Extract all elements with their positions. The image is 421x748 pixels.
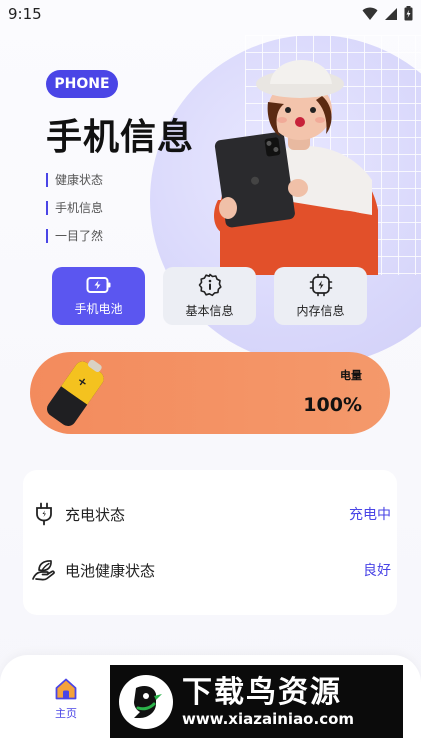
list-item-battery-health: 电池健康状态 良好 [31,556,391,584]
page-title: 手机信息 [46,117,195,158]
phone-badge: PHONE [46,70,118,98]
tagline-at-a-glance: 一目了然 [46,229,103,243]
leaf-hand-icon [31,557,57,583]
status-icons [362,6,413,21]
tagline-health: 健康状态 [46,173,103,187]
character-illustration [214,59,378,275]
app-screen: 9:15 PHONE 手机信息 健康状态 手机信息 一目了然 手机电池 基本信息… [0,0,421,748]
tab-basic-info[interactable]: 基本信息 [163,267,256,325]
battery-bolt-icon [86,277,110,293]
charging-status-label: 充电状态 [65,505,126,524]
info-tabs: 手机电池 基本信息 内存信息 [52,267,367,325]
tab-memory-info[interactable]: 内存信息 [274,267,367,325]
chip-icon [309,273,332,297]
watermark-text: 下载鸟资源 www.xiazainiao.com [182,674,355,728]
watermark-url: www.xiazainiao.com [182,709,355,728]
battery-health-label: 电池健康状态 [65,561,156,580]
tab-phone-battery[interactable]: 手机电池 [52,267,145,325]
battery-level-label: 电量 [340,369,362,382]
battery-3d-icon: + [47,359,104,427]
tab-label: 手机电池 [74,302,123,316]
plug-icon [31,501,57,527]
nav-home-button[interactable]: 主页 [44,677,88,721]
battery-info-card: 充电状态 充电中 电池健康状态 良好 [23,470,397,615]
watermark-bird-logo [119,674,173,729]
info-icon [198,273,222,297]
watermark-title: 下载鸟资源 [182,674,342,710]
wifi-icon [362,7,378,20]
watermark-banner: 下载鸟资源 www.xiazainiao.com [110,665,403,738]
status-bar: 9:15 [0,0,421,30]
battery-level-value: 100% [303,394,362,416]
tab-label: 基本信息 [185,304,234,318]
battery-health-value: 良好 [363,563,391,579]
signal-icon [385,7,397,20]
tagline-phone-info: 手机信息 [46,201,103,215]
nav-home-label: 主页 [55,707,77,720]
status-time: 9:15 [8,5,42,23]
home-icon [55,678,77,700]
tab-label: 内存信息 [296,304,345,318]
battery-status-icon [404,6,413,21]
list-item-charging-status: 充电状态 充电中 [31,500,391,528]
charging-status-value: 充电中 [349,507,391,523]
